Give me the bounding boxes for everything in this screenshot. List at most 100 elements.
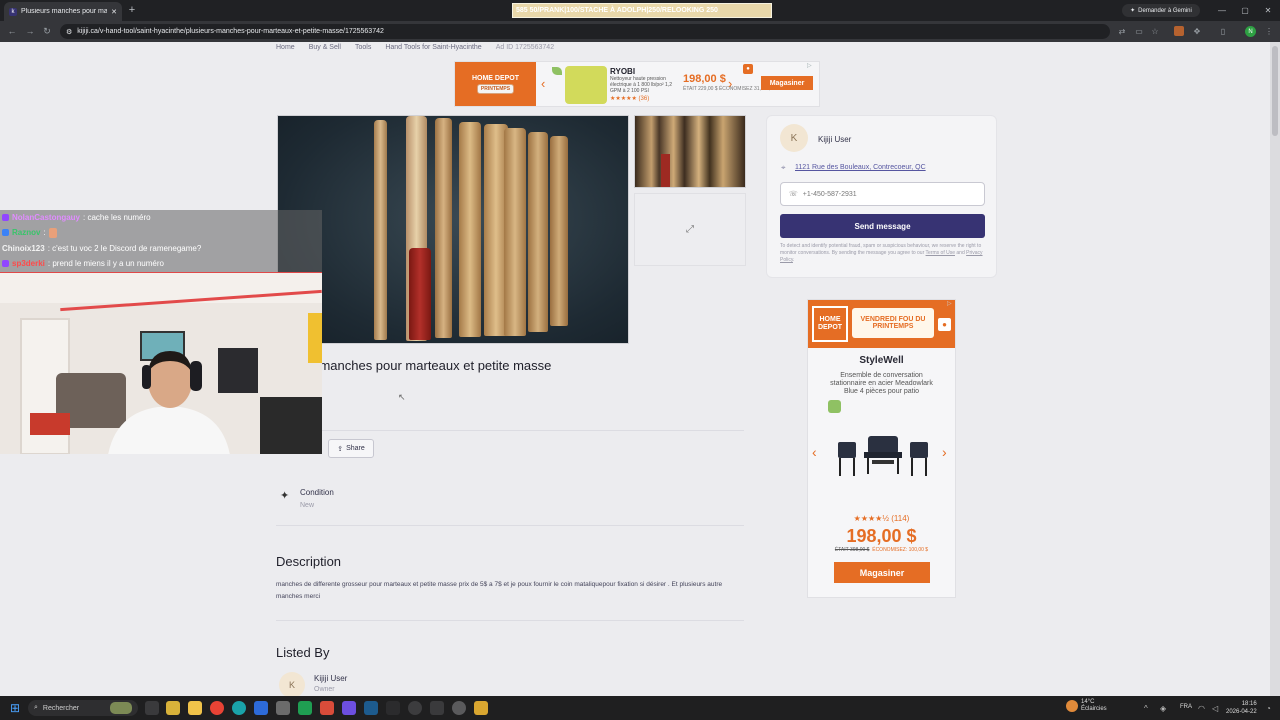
emote-icon xyxy=(48,227,57,238)
tray-chevron-icon[interactable]: ^ xyxy=(1144,704,1148,713)
file-explorer-icon[interactable] xyxy=(188,701,202,715)
tray-app-icon[interactable]: ◈ xyxy=(1160,704,1166,713)
message-disclaimer: To detect and identify potential fraud, … xyxy=(780,243,983,263)
seller-address-link[interactable]: 1121 Rue des Bouleaux, Contrecoeur, QC xyxy=(795,164,926,171)
discord-icon[interactable] xyxy=(342,701,356,715)
menu-kebab-icon[interactable]: ⋮ xyxy=(1264,26,1274,36)
steam-icon[interactable] xyxy=(364,701,378,715)
handle-3 xyxy=(435,118,452,338)
breadcrumb-tools[interactable]: Tools xyxy=(355,44,371,51)
bookmark-star-icon[interactable]: ☆ xyxy=(1150,26,1160,36)
reload-icon[interactable]: ↻ xyxy=(41,25,53,37)
share-icon: ⇪ xyxy=(337,445,344,453)
main-listing-photo[interactable] xyxy=(277,115,629,344)
chrome-icon[interactable] xyxy=(210,701,224,715)
address-bar[interactable]: ⚙ kijiji.ca/v-hand-tool/saint-hyacinthe/… xyxy=(60,24,1110,39)
lister-name[interactable]: Kijiji User xyxy=(314,674,347,683)
profile-avatar[interactable]: N xyxy=(1245,26,1256,37)
windows-start-icon[interactable]: ⊞ xyxy=(8,701,22,715)
ad-choices-icon[interactable]: ▷ xyxy=(947,300,952,307)
taskbar-clock[interactable]: 18:16 2026-04-22 xyxy=(1226,700,1257,716)
chat-message: NolanCastongauy: cache les numéro xyxy=(2,210,320,225)
page-scrollbar[interactable] xyxy=(1270,42,1280,696)
expand-gallery-button[interactable]: ⤢ xyxy=(634,193,746,266)
webcam-sign xyxy=(308,313,322,363)
side-banner-ad[interactable]: HOME DEPOT VENDREDI FOU DU PRINTEMPS ● ▷ … xyxy=(807,299,956,598)
back-arrow-icon[interactable]: ← xyxy=(6,25,18,37)
wifi-icon[interactable]: ◠ xyxy=(1198,704,1205,713)
minimize-icon[interactable]: — xyxy=(1214,3,1230,17)
location-pin-icon[interactable]: ● xyxy=(938,318,951,331)
share-button[interactable]: ⇪ Share xyxy=(328,439,374,458)
breadcrumb-hand-tools[interactable]: Hand Tools for Saint-Hyacinthe xyxy=(385,44,481,51)
extension-icon[interactable] xyxy=(1174,26,1184,36)
new-tab-icon[interactable]: + xyxy=(126,4,138,16)
taskbar-search[interactable]: ⌕ Rechercher xyxy=(28,700,138,716)
language-indicator[interactable]: FRA xyxy=(1180,704,1192,710)
phone-field[interactable]: ☏ +1-450-587-2931 xyxy=(780,182,985,206)
kijiji-favicon-icon: k xyxy=(9,7,17,16)
app-icon[interactable] xyxy=(408,701,422,715)
send-message-button[interactable]: Send message xyxy=(780,214,985,238)
app-icon[interactable] xyxy=(386,701,400,715)
forward-arrow-icon[interactable]: → xyxy=(24,25,36,37)
ad-prev-icon[interactable]: ‹ xyxy=(541,76,545,91)
app-icon[interactable] xyxy=(254,701,268,715)
top-banner-ad[interactable]: HOME DEPOT PRINTEMPS ‹ RYOBI Nettoyeur ha… xyxy=(454,61,820,107)
sparkle-icon: ✦ xyxy=(280,490,290,502)
handle-8 xyxy=(550,136,568,326)
streamer-figure xyxy=(108,351,230,454)
divider xyxy=(276,620,744,621)
browser-tab[interactable]: k Plusieurs manches pour marteau ✕ xyxy=(4,2,122,21)
notifications-bell-icon[interactable]: ◔ xyxy=(1266,704,1271,713)
maximize-icon[interactable]: ▢ xyxy=(1237,3,1253,17)
weather-widget[interactable]: 14°C Éclaircies xyxy=(1066,699,1107,713)
breadcrumb-home[interactable]: Home xyxy=(276,44,295,51)
side-ad-next-icon[interactable]: › xyxy=(942,444,947,460)
cast-icon[interactable]: ▭ xyxy=(1134,26,1144,36)
side-ad-rating: ★★★★½ (114) xyxy=(853,514,910,523)
settings-gear-icon[interactable] xyxy=(276,701,290,715)
condition-label: Condition xyxy=(300,488,334,497)
photo-thumbnail[interactable] xyxy=(634,115,746,188)
side-panel-icon[interactable]: ▯ xyxy=(1218,26,1228,36)
ad-choices-icon[interactable]: ▷ xyxy=(807,62,812,69)
app-icon[interactable] xyxy=(320,701,334,715)
task-view-icon[interactable] xyxy=(145,701,159,715)
description-heading: Description xyxy=(276,554,342,569)
eco-leaf-icon xyxy=(552,67,562,75)
handle-1 xyxy=(374,120,387,340)
volume-icon[interactable]: ◁ xyxy=(1212,704,1218,713)
seller-name[interactable]: Kijiji User xyxy=(818,135,851,144)
eco-leaf-icon xyxy=(828,400,841,413)
location-pin-icon[interactable]: ● xyxy=(743,64,753,74)
edge-icon[interactable] xyxy=(232,701,246,715)
patio-set-image xyxy=(838,436,928,476)
site-info-icon[interactable]: ⚙ xyxy=(66,28,72,36)
app-icon[interactable] xyxy=(430,701,444,715)
app-icon[interactable] xyxy=(474,701,488,715)
home-depot-logo: HOME DEPOT PRINTEMPS xyxy=(455,62,536,106)
side-ad-prev-icon[interactable]: ‹ xyxy=(812,444,817,460)
ask-gemini-button[interactable]: ✦ Demander à Gemini xyxy=(1122,4,1200,17)
webcam-ceiling xyxy=(0,273,322,303)
terms-link[interactable]: Terms of Use xyxy=(926,250,955,256)
stream-goal-banner: 585 50/PRANK|100/STACHE À ADOLPH|250/REL… xyxy=(512,3,772,18)
xbox-icon[interactable] xyxy=(298,701,312,715)
map-pin-icon: ⌖ xyxy=(781,163,786,172)
close-tab-icon[interactable]: ✕ xyxy=(111,8,117,16)
scrollbar-thumb[interactable] xyxy=(1272,46,1278,136)
side-ad-shop-button[interactable]: Magasiner xyxy=(834,562,930,583)
ad-description: Nettoyeur haute pression électrique à 1 … xyxy=(610,76,672,94)
stream-chat-overlay: NolanCastongauy: cache les numéro Raznov… xyxy=(0,210,322,272)
ad-next-icon[interactable]: › xyxy=(728,76,732,91)
ad-id: Ad ID 1725563742 xyxy=(495,44,555,51)
breadcrumb-buy-sell[interactable]: Buy & Sell xyxy=(309,44,341,51)
extensions-puzzle-icon[interactable]: ✥ xyxy=(1192,26,1202,36)
copilot-icon[interactable] xyxy=(166,701,180,715)
translate-icon[interactable]: ⇄ xyxy=(1117,26,1127,36)
app-icon[interactable] xyxy=(452,701,466,715)
ad-shop-button[interactable]: Magasiner xyxy=(761,76,813,90)
close-window-icon[interactable]: ✕ xyxy=(1260,3,1276,17)
side-ad-brand: StyleWell xyxy=(859,355,904,366)
